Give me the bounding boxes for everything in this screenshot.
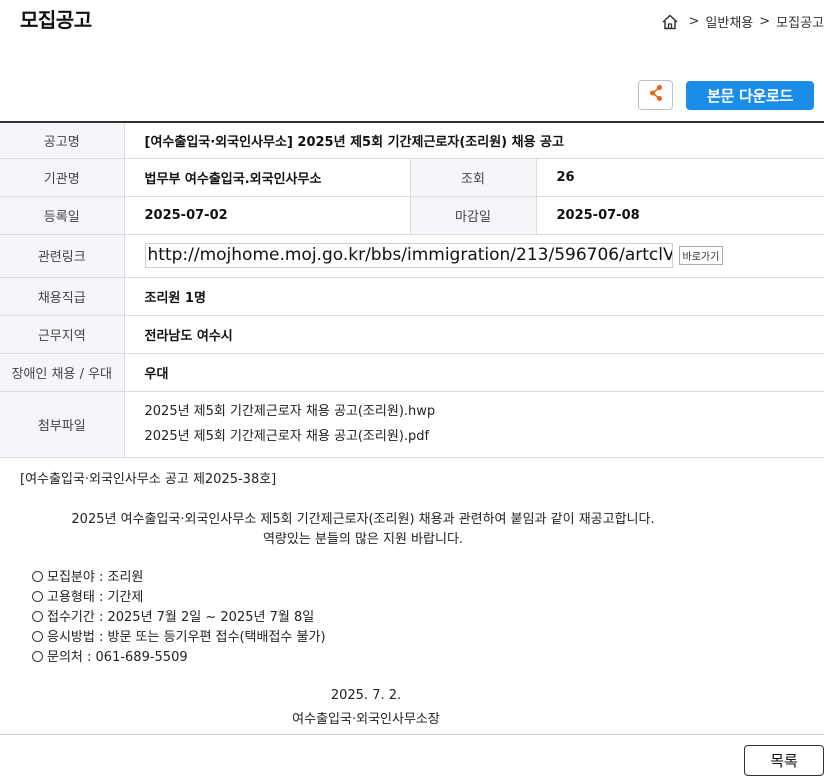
notice-number: [여수출입국·외국인사무소 공고 제2025-38호]	[20, 472, 277, 487]
circle-bullet-icon	[32, 631, 43, 642]
share-button[interactable]	[638, 80, 673, 110]
breadcrumb-separator: >	[688, 14, 700, 29]
disability-value: 우대	[124, 353, 824, 392]
intro-line-1: 2025년 여수출입국·외국인사무소 제5회 기간제근로자(조리원) 채용과 관…	[71, 512, 655, 527]
list-item: 응시방법 : 방문 또는 등기우편 접수(택배접수 불가)	[32, 628, 326, 648]
list-item: 모집분야 : 조리원	[32, 568, 326, 588]
position-label: 채용직급	[0, 277, 125, 316]
attachment-hwp-link[interactable]: 2025년 제5회 기간제근로자 채용 공고(조리원).hwp	[145, 399, 824, 424]
deadline-value: 2025-07-08	[536, 196, 824, 235]
breadcrumb-item-recruit-notice[interactable]: 모집공고	[776, 12, 824, 31]
related-link-field[interactable]: http://mojhome.moj.go.kr/bbs/immigration…	[144, 243, 673, 268]
home-icon[interactable]	[661, 13, 679, 31]
circle-bullet-icon	[32, 571, 43, 582]
breadcrumb: > 일반채용 > 모집공고	[661, 12, 824, 31]
notice-name-value: [여수출입국·외국인사무소] 2025년 제5회 기간제근로자(조리원) 채용 …	[124, 122, 824, 159]
notice-bullet-list: 모집분야 : 조리원 고용형태 : 기간제 접수기간 : 2025년 7월 2일…	[32, 568, 326, 668]
share-icon	[648, 84, 664, 106]
sign-name: 여수출입국·외국인사무소장	[292, 712, 440, 727]
divider	[0, 734, 824, 735]
attachments-label: 첨부파일	[0, 391, 125, 458]
page-title: 모집공고	[20, 8, 92, 32]
download-body-button[interactable]: 본문 다운로드	[686, 81, 814, 110]
position-value: 조리원 1명	[124, 277, 824, 316]
list-item: 고용형태 : 기간제	[32, 588, 326, 608]
disability-label: 장애인 채용 / 우대	[0, 353, 125, 392]
sign-date: 2025. 7. 2.	[330, 688, 402, 703]
circle-bullet-icon	[32, 611, 43, 622]
deadline-label: 마감일	[410, 196, 537, 235]
go-link-button[interactable]: 바로가기	[678, 246, 724, 265]
views-value: 26	[536, 158, 824, 197]
list-item: 문의처 : 061-689-5509	[32, 648, 326, 668]
circle-bullet-icon	[32, 651, 43, 662]
notice-info-table: 공고명 [여수출입국·외국인사무소] 2025년 제5회 기간제근로자(조리원)…	[0, 121, 824, 458]
reg-date-value: 2025-07-02	[124, 196, 411, 235]
list-button[interactable]: 목록	[744, 745, 824, 776]
list-item: 접수기간 : 2025년 7월 2일 ~ 2025년 7월 8일	[32, 608, 326, 628]
attachments-list: 2025년 제5회 기간제근로자 채용 공고(조리원).hwp 2025년 제5…	[124, 391, 824, 458]
circle-bullet-icon	[32, 591, 43, 602]
reg-date-label: 등록일	[0, 196, 125, 235]
location-label: 근무지역	[0, 315, 125, 354]
views-label: 조회	[410, 158, 537, 197]
breadcrumb-item-general-recruit[interactable]: 일반채용	[705, 12, 753, 31]
agency-label: 기관명	[0, 158, 125, 197]
attachment-pdf-link[interactable]: 2025년 제5회 기간제근로자 채용 공고(조리원).pdf	[145, 424, 824, 449]
intro-line-2: 역량있는 분들의 많은 지원 바랍니다.	[262, 532, 464, 547]
notice-name-label: 공고명	[0, 122, 125, 159]
breadcrumb-separator: >	[759, 14, 771, 29]
location-value: 전라남도 여수시	[124, 315, 824, 354]
agency-value: 법무부 여수출입국.외국인사무소	[124, 158, 411, 197]
related-link-label: 관련링크	[0, 234, 125, 278]
